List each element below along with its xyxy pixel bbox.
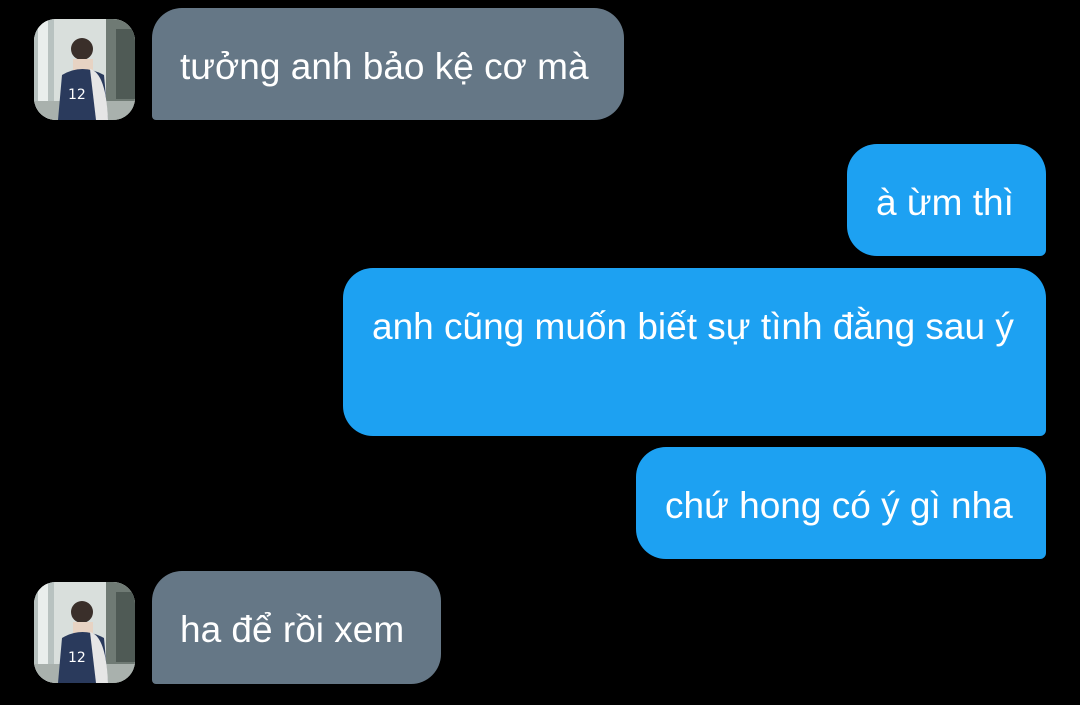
contact-avatar[interactable]: 12 bbox=[34, 19, 135, 120]
message-bubble-incoming[interactable]: tưởng anh bảo kệ cơ mà bbox=[152, 8, 624, 120]
message-text: à ừm thì bbox=[876, 182, 1014, 223]
avatar-photo-icon: 12 bbox=[34, 19, 135, 120]
contact-avatar[interactable]: 12 bbox=[34, 582, 135, 683]
message-text: ha để rồi xem bbox=[180, 609, 405, 650]
message-bubble-outgoing[interactable]: chứ hong có ý gì nha bbox=[636, 447, 1046, 559]
message-text: tưởng anh bảo kệ cơ mà bbox=[180, 46, 589, 87]
message-bubble-outgoing[interactable]: à ừm thì bbox=[847, 144, 1046, 256]
message-bubble-incoming[interactable]: ha để rồi xem bbox=[152, 571, 441, 684]
message-text: anh cũng muốn biết sự tình đằng sau ý bbox=[372, 306, 1014, 347]
message-bubble-outgoing[interactable]: anh cũng muốn biết sự tình đằng sau ý bbox=[343, 268, 1046, 436]
message-text: chứ hong có ý gì nha bbox=[665, 485, 1013, 526]
svg-text:12: 12 bbox=[68, 87, 86, 103]
svg-text:12: 12 bbox=[68, 650, 86, 666]
avatar-photo-icon: 12 bbox=[34, 582, 135, 683]
